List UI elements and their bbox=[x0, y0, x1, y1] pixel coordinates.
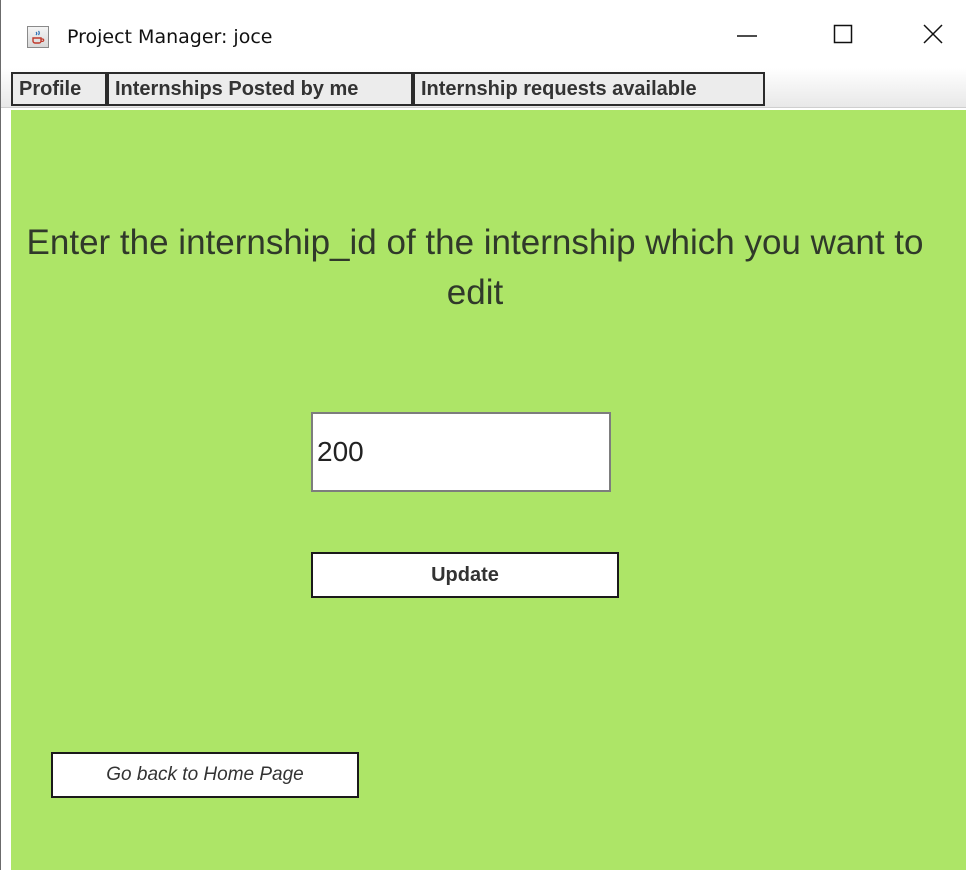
main-panel: Enter the internship_id of the internshi… bbox=[11, 110, 966, 870]
menu-bar: Profile Internships Posted by me Interns… bbox=[1, 68, 966, 108]
maximize-icon bbox=[833, 24, 853, 44]
minimize-button[interactable] bbox=[701, 0, 793, 68]
instruction-heading: Enter the internship_id of the internshi… bbox=[26, 223, 924, 312]
go-back-home-button[interactable]: Go back to Home Page bbox=[51, 752, 359, 798]
close-button[interactable] bbox=[887, 0, 966, 68]
maximize-button[interactable] bbox=[797, 0, 889, 68]
update-button[interactable]: Update bbox=[311, 552, 619, 598]
menu-internships-posted[interactable]: Internships Posted by me bbox=[107, 72, 413, 106]
title-bar[interactable]: Project Manager: joce bbox=[1, 0, 966, 68]
app-window: Project Manager: joce Profile Internship… bbox=[0, 0, 966, 870]
java-coffee-icon bbox=[27, 26, 49, 48]
minimize-icon bbox=[737, 35, 757, 37]
menu-internship-requests[interactable]: Internship requests available bbox=[413, 72, 765, 106]
window-title: Project Manager: joce bbox=[67, 26, 273, 48]
menu-profile[interactable]: Profile bbox=[11, 72, 107, 106]
close-icon bbox=[923, 24, 943, 44]
internship-id-input[interactable] bbox=[311, 412, 611, 492]
